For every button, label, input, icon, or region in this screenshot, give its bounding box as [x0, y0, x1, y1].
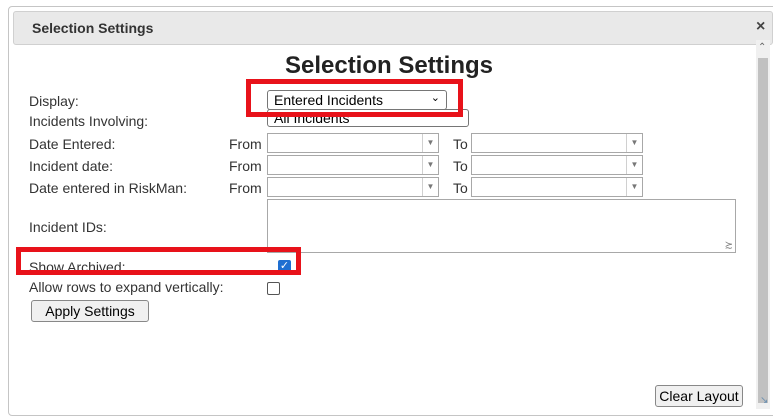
date-riskman-to-label: To: [453, 180, 468, 196]
date-entered-from-label: From: [229, 136, 262, 152]
scrollbar-thumb[interactable]: [758, 58, 768, 403]
date-riskman-label: Date entered in RiskMan:: [29, 180, 187, 196]
incident-date-to-field[interactable]: ▼: [471, 155, 643, 175]
date-riskman-from-label: From: [229, 180, 262, 196]
page-title: Selection Settings: [284, 52, 494, 79]
dropdown-arrow-icon[interactable]: ▼: [626, 134, 642, 152]
incident-date-to-label: To: [453, 158, 468, 174]
resize-grip-icon[interactable]: ≿: [725, 240, 733, 251]
vertical-scrollbar[interactable]: ⌃: [756, 40, 770, 409]
incident-date-label: Incident date:: [29, 158, 114, 174]
date-entered-from-field[interactable]: ▼: [267, 133, 439, 153]
show-archived-highlight: [16, 247, 301, 275]
resize-handle-icon[interactable]: ↘: [760, 395, 768, 406]
dropdown-arrow-icon[interactable]: ▼: [422, 156, 438, 174]
settings-form: Selection Settings Display: Entered Inci…: [9, 47, 757, 417]
dropdown-arrow-icon[interactable]: ▼: [422, 178, 438, 196]
close-icon[interactable]: ×: [756, 18, 765, 36]
dropdown-arrow-icon[interactable]: ▼: [626, 156, 642, 174]
apply-settings-button[interactable]: Apply Settings: [31, 300, 149, 322]
date-riskman-from-field[interactable]: ▼: [267, 177, 439, 197]
selection-settings-dialog: Selection Settings × Selection Settings …: [8, 6, 773, 416]
display-highlight: [246, 79, 463, 117]
dialog-title: Selection Settings: [32, 20, 154, 36]
incident-ids-input[interactable]: ≿: [267, 199, 736, 253]
date-entered-label: Date Entered:: [29, 136, 116, 152]
incident-date-from-field[interactable]: ▼: [267, 155, 439, 175]
incident-ids-label: Incident IDs:: [29, 219, 107, 235]
scroll-up-icon[interactable]: ⌃: [758, 42, 766, 53]
date-entered-to-field[interactable]: ▼: [471, 133, 643, 153]
dropdown-arrow-icon[interactable]: ▼: [422, 134, 438, 152]
dropdown-arrow-icon[interactable]: ▼: [626, 178, 642, 196]
date-riskman-to-field[interactable]: ▼: [471, 177, 643, 197]
expand-rows-checkbox[interactable]: [267, 282, 280, 295]
incident-date-from-label: From: [229, 158, 262, 174]
involving-label: Incidents Involving:: [29, 113, 149, 129]
display-label: Display:: [29, 93, 79, 109]
clear-layout-button[interactable]: Clear Layout: [655, 385, 743, 407]
expand-rows-label: Allow rows to expand vertically:: [29, 279, 224, 295]
date-entered-to-label: To: [453, 136, 468, 152]
dialog-titlebar[interactable]: Selection Settings ×: [13, 11, 773, 45]
